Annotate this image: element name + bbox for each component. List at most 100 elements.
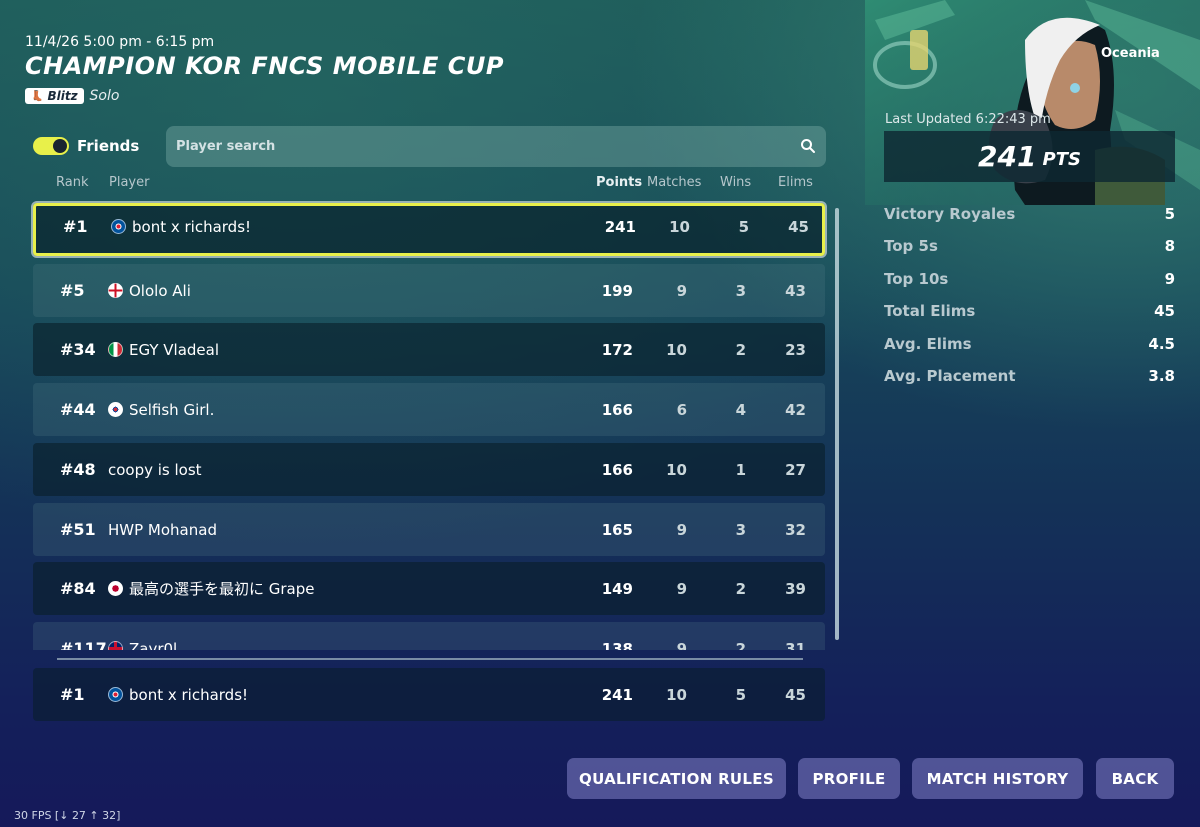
row-player-name: 最高の選手を最初に Grape	[129, 580, 315, 598]
leaderboard-row[interactable]: #51 HWP Mohanad 165 9 3 32	[33, 503, 825, 556]
row-player: 最高の選手を最初に Grape	[108, 562, 315, 615]
row-player: coopy is lost	[108, 443, 202, 496]
row-wins: 2	[735, 340, 746, 359]
row-elims: 42	[785, 400, 806, 419]
row-matches: 9	[676, 281, 687, 300]
row-matches: 10	[666, 685, 687, 704]
row-rank: #51	[60, 520, 96, 539]
player-search-input[interactable]	[166, 126, 826, 167]
flag-italy-icon	[108, 342, 123, 357]
row-points: 166	[601, 460, 633, 479]
stat-label: Top 5s	[884, 237, 938, 255]
stat-top-5s: Top 5s 8	[884, 234, 1175, 258]
row-points: 138	[601, 639, 633, 651]
flag-iceland-icon	[111, 219, 126, 234]
stat-label: Avg. Elims	[884, 335, 972, 353]
leaderboard-row[interactable]: #44 Selfish Girl. 166 6 4 42	[33, 383, 825, 436]
row-points: 172	[601, 340, 633, 359]
row-rank: #1	[60, 685, 85, 704]
scrollbar-thumb[interactable]	[835, 208, 839, 640]
row-elims: 32	[785, 520, 806, 539]
my-leaderboard-row[interactable]: #1 bont x richards! 241 10 5 45	[33, 668, 825, 721]
match-history-button[interactable]: MATCH HISTORY	[912, 758, 1083, 799]
row-matches: 10	[669, 217, 690, 236]
row-player-name: EGY Vladeal	[129, 340, 220, 359]
row-points: 241	[604, 217, 636, 236]
row-player: Ololo Ali	[108, 264, 191, 317]
stat-value: 5	[1164, 205, 1175, 223]
flag-south-korea-icon	[108, 402, 123, 417]
flag-uk-icon	[108, 641, 123, 650]
stat-total-elims: Total Elims 45	[884, 299, 1175, 323]
row-elims: 23	[785, 340, 806, 359]
points-total-value: 241	[978, 140, 1037, 173]
leaderboard-list[interactable]: #1 bont x richards! 241 10 5 45 #5 Ololo…	[30, 200, 830, 650]
points-total-unit: PTS	[1042, 149, 1081, 170]
player-search-box[interactable]	[166, 126, 826, 167]
qualification-rules-button[interactable]: QUALIFICATION RULES	[567, 758, 786, 799]
row-player-name: Zayr0l	[129, 639, 178, 651]
points-total-box: 241 PTS	[884, 131, 1175, 182]
leaderboard-scrollbar[interactable]	[835, 208, 839, 640]
toggle-switch[interactable]	[33, 137, 69, 155]
flag-iceland-icon	[108, 687, 123, 702]
row-player: Selfish Girl.	[108, 383, 214, 436]
row-player-name: coopy is lost	[108, 460, 202, 479]
row-rank: #84	[60, 579, 96, 598]
row-player-name: bont x richards!	[132, 217, 252, 236]
row-rank: #34	[60, 340, 96, 359]
row-rank: #1	[63, 217, 88, 236]
row-elims: 39	[785, 579, 806, 598]
leaderboard-row[interactable]: #48 coopy is lost 166 10 1 27	[33, 443, 825, 496]
leaderboard-row[interactable]: #5 Ololo Ali 199 9 3 43	[33, 264, 825, 317]
row-matches: 6	[676, 400, 687, 419]
row-rank: #44	[60, 400, 96, 419]
row-points: 165	[601, 520, 633, 539]
column-header-matches: Matches	[647, 175, 702, 190]
column-header-wins: Wins	[720, 175, 752, 190]
mode-badge-label: Blitz	[47, 89, 78, 103]
leaderboard-row[interactable]: #84 最高の選手を最初に Grape 149 9 2 39	[33, 562, 825, 615]
row-matches: 9	[676, 579, 687, 598]
row-player: EGY Vladeal	[108, 323, 219, 376]
row-matches: 9	[676, 639, 687, 651]
row-matches: 10	[666, 340, 687, 359]
fps-counter: 30 FPS [↓ 27 ↑ 32]	[14, 809, 121, 822]
row-player: HWP Mohanad	[108, 503, 217, 556]
column-header-points: Points	[596, 175, 643, 190]
row-matches: 9	[676, 520, 687, 539]
row-elims: 31	[785, 639, 806, 651]
row-wins: 5	[735, 685, 746, 704]
stat-value: 8	[1164, 237, 1175, 255]
leaderboard-row[interactable]: #117 Zayr0l 138 9 2 31	[33, 622, 825, 650]
boot-icon: 👢	[31, 90, 44, 102]
stat-avg-elims: Avg. Elims 4.5	[884, 332, 1175, 356]
row-player: bont x richards!	[108, 668, 248, 721]
stat-value: 4.5	[1148, 335, 1175, 353]
row-points: 199	[601, 281, 633, 300]
row-elims: 43	[785, 281, 806, 300]
row-wins: 3	[735, 520, 746, 539]
row-rank: #5	[60, 281, 85, 300]
row-elims: 45	[785, 685, 806, 704]
row-player: bont x richards!	[111, 203, 251, 250]
leaderboard-row[interactable]: #1 bont x richards! 241 10 5 45	[33, 203, 825, 256]
leaderboard-row[interactable]: #34 EGY Vladeal 172 10 2 23	[33, 323, 825, 376]
back-button[interactable]: BACK	[1096, 758, 1174, 799]
row-wins: 3	[735, 281, 746, 300]
stat-label: Total Elims	[884, 302, 976, 320]
mode-row: 👢 Blitz Solo	[25, 88, 119, 104]
profile-button[interactable]: PROFILE	[798, 758, 900, 799]
mode-badge: 👢 Blitz	[25, 88, 84, 104]
friends-toggle[interactable]: Friends	[33, 137, 139, 155]
column-header-rank: Rank	[56, 175, 89, 190]
stat-label: Top 10s	[884, 270, 949, 288]
row-player-name: Ololo Ali	[129, 281, 191, 300]
row-wins: 2	[735, 579, 746, 598]
event-time: 11/4/26 5:00 pm - 6:15 pm	[25, 34, 215, 50]
search-icon[interactable]	[800, 138, 816, 154]
stat-value: 45	[1154, 302, 1175, 320]
stat-value: 9	[1164, 270, 1175, 288]
stat-label: Victory Royales	[884, 205, 1016, 223]
row-elims: 45	[788, 217, 809, 236]
